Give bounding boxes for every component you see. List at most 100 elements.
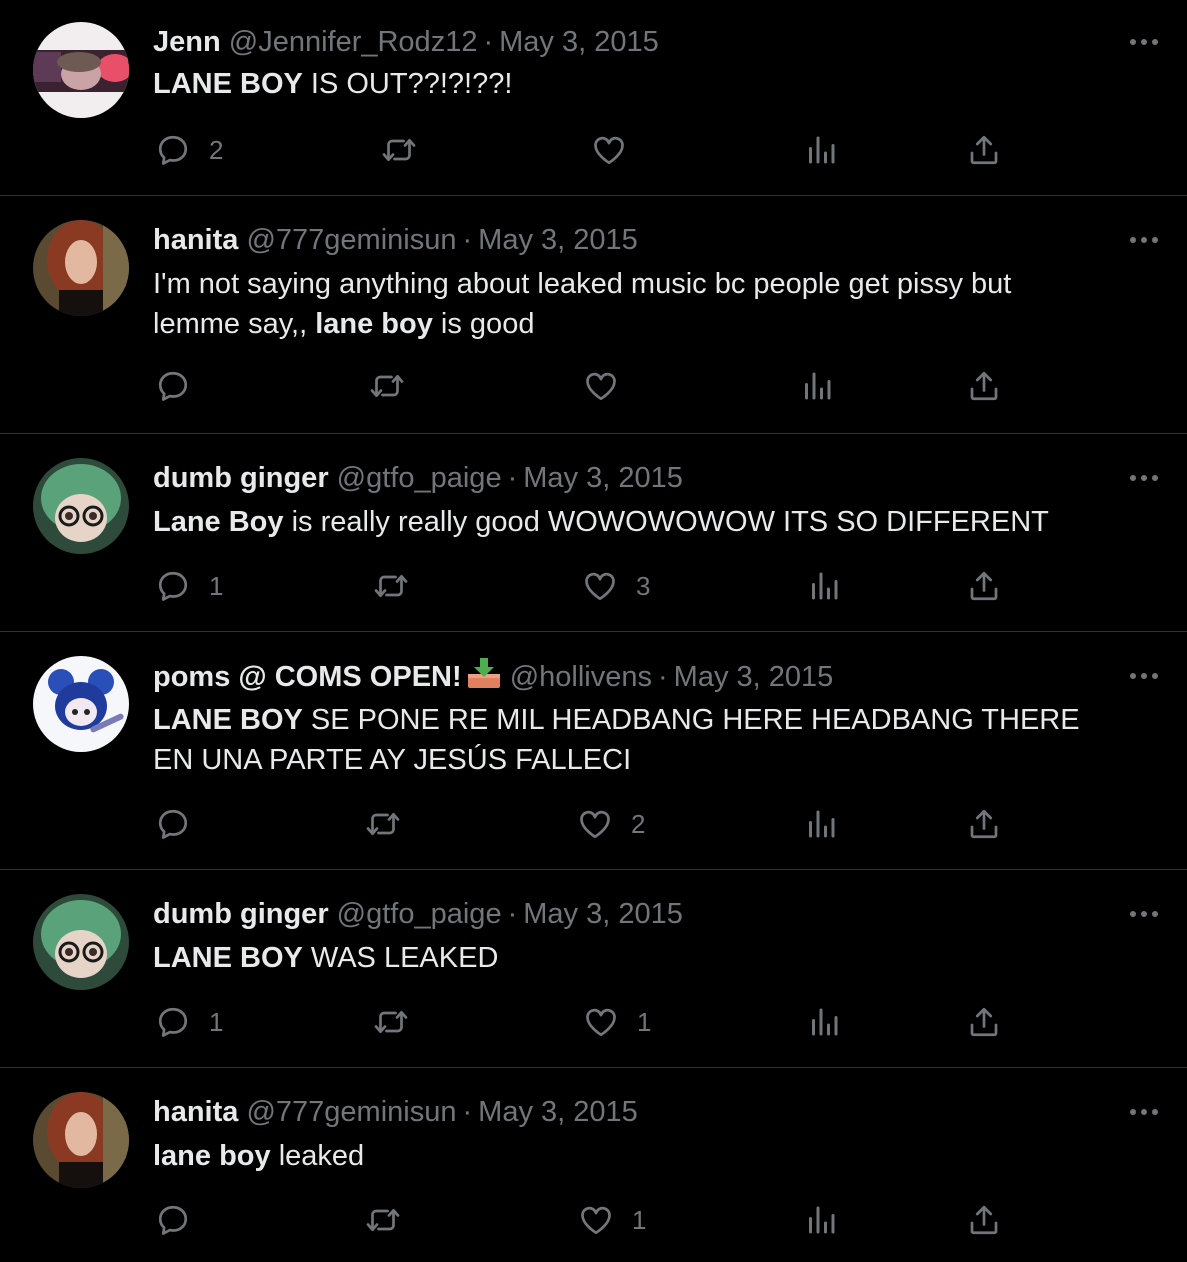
more-icon[interactable] [1127,466,1161,490]
tweet-date[interactable]: May 3, 2015 [478,224,638,256]
views-icon [803,132,839,168]
tweet-header: hanita @777geminisun · May 3, 2015 [153,1092,638,1132]
text-rest: is really really good WOWOWOWOW ITS SO D… [283,506,1049,538]
user-handle[interactable]: @gtfo_paige [337,462,502,494]
retweet-icon [369,368,405,404]
views-button[interactable] [803,1202,839,1238]
views-button[interactable] [806,1004,842,1040]
views-icon [803,806,839,842]
avatar[interactable] [33,220,129,316]
retweet-button[interactable] [369,368,405,404]
views-button[interactable] [803,132,839,168]
text-bold: LANE BOY [153,704,303,736]
reply-button[interactable]: 2 [155,132,223,168]
separator: · [483,26,494,58]
reply-icon [155,568,191,604]
avatar[interactable] [33,656,129,752]
like-button[interactable] [583,368,619,404]
share-button[interactable] [966,1004,1002,1040]
views-button[interactable] [803,806,839,842]
avatar[interactable] [33,22,129,118]
display-name[interactable]: Jenn [153,26,221,58]
reply-button[interactable]: 1 [155,1004,223,1040]
tweet-date[interactable]: May 3, 2015 [478,1096,638,1128]
tweet-date[interactable]: May 3, 2015 [499,26,659,58]
retweet-button[interactable] [365,806,401,842]
tweet[interactable]: dumb ginger @gtfo_paige · May 3, 2015 Lane… [0,434,1187,632]
tweet-text: LANE BOY WAS LEAKED [153,938,1113,978]
like-button[interactable]: 2 [577,806,645,842]
retweet-button[interactable] [381,132,417,168]
text-rest: WAS LEAKED [302,942,499,974]
tweet-header: Jenn @Jennifer_Rodz12 · May 3, 2015 [153,22,659,62]
share-button[interactable] [966,132,1002,168]
text-bold: Lane Boy [153,506,284,538]
tweet[interactable]: Jenn @Jennifer_Rodz12 · May 3, 2015 LANE B… [0,0,1187,196]
reply-button[interactable] [155,806,191,842]
separator: · [507,898,518,930]
reply-button[interactable]: 1 [155,568,223,604]
like-button[interactable] [591,132,627,168]
text-rest: is good [432,308,535,340]
more-icon[interactable] [1127,902,1161,926]
display-name[interactable]: poms @ COMS OPEN! [153,658,502,693]
avatar[interactable] [33,458,129,554]
text-bold: lane boy [153,1140,271,1172]
reply-button[interactable] [155,1202,191,1238]
share-icon [966,568,1002,604]
tweet-date[interactable]: May 3, 2015 [523,462,683,494]
like-button[interactable]: 3 [582,568,650,604]
retweet-button[interactable] [365,1202,401,1238]
user-handle[interactable]: @777geminisun [246,224,456,256]
tweet-header: poms @ COMS OPEN! @hollivens · May 3, 2015 [153,656,833,701]
retweet-button[interactable] [373,1004,409,1040]
tweet[interactable]: dumb ginger @gtfo_paige · May 3, 2015 LANE… [0,870,1187,1068]
tweet-text: lane boy leaked [153,1136,1113,1176]
share-icon [966,1202,1002,1238]
avatar[interactable] [33,894,129,990]
text-before: I'm not saying anything about leaked mus… [153,268,1012,340]
tweet-text: Lane Boy is really really good WOWOWOWOW… [153,502,1113,542]
avatar[interactable] [33,1092,129,1188]
tweet[interactable]: hanita @777geminisun · May 3, 2015 I'm not… [0,196,1187,434]
like-button[interactable]: 1 [583,1004,651,1040]
user-handle[interactable]: @777geminisun [246,1096,456,1128]
views-button[interactable] [806,568,842,604]
separator: · [657,661,668,693]
tweet[interactable]: poms @ COMS OPEN! @hollivens · May 3, 2015… [0,632,1187,870]
display-name[interactable]: dumb ginger [153,898,329,930]
share-button[interactable] [966,1202,1002,1238]
inbox-tray-icon [466,656,502,701]
share-icon [966,806,1002,842]
more-icon[interactable] [1127,228,1161,252]
user-handle[interactable]: @gtfo_paige [337,898,502,930]
tweet[interactable]: hanita @777geminisun · May 3, 2015 lane bo… [0,1068,1187,1262]
reply-count: 1 [209,1006,224,1037]
more-icon[interactable] [1127,30,1161,54]
share-button[interactable] [966,568,1002,604]
separator: · [507,462,518,494]
display-name[interactable]: hanita [153,224,238,256]
avatar-image [33,220,129,316]
like-count: 3 [636,570,651,601]
reply-button[interactable] [155,368,191,404]
share-button[interactable] [966,806,1002,842]
user-handle[interactable]: @hollivens [510,661,652,693]
more-icon[interactable] [1127,1100,1161,1124]
display-name[interactable]: dumb ginger [153,462,329,494]
tweet-date[interactable]: May 3, 2015 [523,898,683,930]
avatar-image [33,894,129,990]
tweet-date[interactable]: May 3, 2015 [674,661,834,693]
retweet-icon [381,132,417,168]
share-button[interactable] [966,368,1002,404]
user-handle[interactable]: @Jennifer_Rodz12 [229,26,478,58]
views-button[interactable] [799,368,835,404]
display-name[interactable]: hanita [153,1096,238,1128]
avatar-image [33,656,129,752]
more-icon[interactable] [1127,664,1161,688]
like-button[interactable]: 1 [578,1202,646,1238]
retweet-button[interactable] [373,568,409,604]
share-icon [966,132,1002,168]
retweet-icon [373,568,409,604]
avatar-image [33,1092,129,1188]
